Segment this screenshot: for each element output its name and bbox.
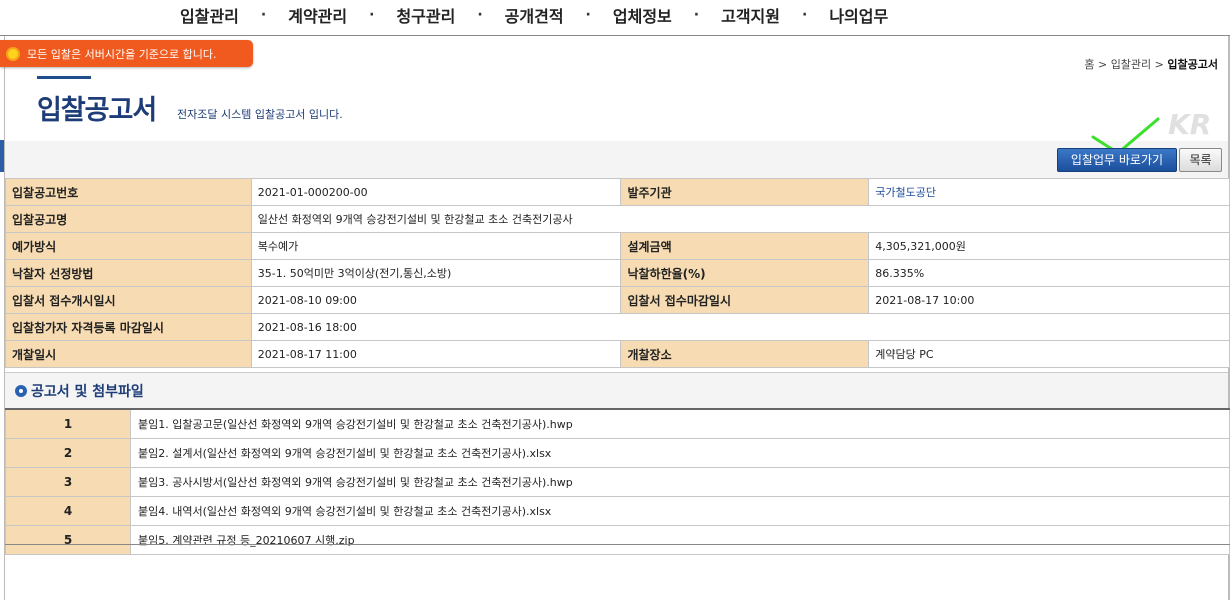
file-number: 1 [5,408,131,439]
lower-rate-label: 낙찰하한율(%) [620,259,870,287]
section-title: 공고서 및 첨부파일 [15,381,144,401]
registration-deadline-value: 2021-08-16 18:00 [250,313,1230,341]
table-row: 개찰일시 2021-08-17 11:00 개찰장소 계약담당 PC [5,340,1230,368]
page-title: 입찰공고서 [37,95,157,126]
bid-name-label: 입찰공고명 [5,205,252,233]
nav-item-bid-management[interactable]: 입찰관리 [180,3,239,27]
nav-separator: · [369,7,375,23]
file-link[interactable]: 붙임1. 입찰공고문(일산선 화정역외 9개역 승강전기설비 및 한강철교 초소… [130,408,1230,439]
bid-info-table: 입찰공고번호 2021-01-000200-00 발주기관 국가철도공단 입찰공… [5,178,1230,368]
main-menu: 입찰관리 · 계약관리 · 청구관리 · 공개견적 · 업체정보 · 고객지원 … [180,3,888,27]
receipt-end-label: 입찰서 접수마감일시 [620,286,870,314]
table-row: 5 붙임5. 계약관련 규정 등_20210607 시행.zip [5,525,1230,555]
nav-item-customer-support[interactable]: 고객지원 [721,3,780,27]
nav-item-company-info[interactable]: 업체정보 [613,3,672,27]
nav-item-public-estimate[interactable]: 공개견적 [505,3,564,27]
bid-number-label: 입찰공고번호 [5,178,252,206]
file-link[interactable]: 붙임2. 설계서(일산선 화정역외 9개역 승강전기설비 및 한강철교 초소 건… [130,438,1230,468]
opening-datetime-value: 2021-08-17 11:00 [250,340,622,368]
nav-item-my-work[interactable]: 나의업무 [829,3,888,27]
table-row: 입찰서 접수개시일시 2021-08-10 09:00 입찰서 접수마감일시 2… [5,286,1230,314]
nav-item-billing-management[interactable]: 청구관리 [396,3,455,27]
breadcrumb: 홈 > 입찰관리 > 입찰공고서 [1084,58,1218,71]
opening-place-value: 계약담당 PC [868,340,1230,368]
attachments-table: 1 붙임1. 입찰공고문(일산선 화정역외 9개역 승강전기설비 및 한강철교 … [5,408,1230,555]
file-number: 5 [5,525,131,555]
nav-separator: · [693,7,700,23]
top-navigation: 입찰관리 · 계약관리 · 청구관리 · 공개견적 · 업체정보 · 고객지원 … [0,0,1230,34]
breadcrumb-bid-management[interactable]: 입찰관리 [1111,58,1151,71]
nav-item-contract-management[interactable]: 계약관리 [288,3,347,27]
breadcrumb-current: 입찰공고서 [1167,58,1218,71]
receipt-start-label: 입찰서 접수개시일시 [5,286,252,314]
opening-place-label: 개찰장소 [620,340,870,368]
price-method-value: 복수예가 [250,232,622,260]
file-number: 3 [5,467,131,497]
list-button[interactable]: 목록 [1179,148,1222,172]
lower-rate-value: 86.335% [868,259,1230,287]
design-amount-label: 설계금액 [620,232,870,260]
page-subtitle: 전자조달 시스템 입찰공고서 입니다. [177,108,343,121]
bid-number-value: 2021-01-000200-00 [250,178,622,206]
opening-datetime-label: 개찰일시 [5,340,252,368]
bid-name-value: 일산선 화정역외 9개역 승강전기설비 및 한강철교 초소 건축전기공사 [250,205,1230,233]
breadcrumb-home[interactable]: 홈 [1084,58,1094,71]
table-row: 입찰공고번호 2021-01-000200-00 발주기관 국가철도공단 [5,178,1230,206]
design-amount-value: 4,305,321,000원 [868,232,1230,260]
nav-separator: · [801,7,808,23]
receipt-start-value: 2021-08-10 09:00 [250,286,622,314]
go-to-bid-work-button[interactable]: 입찰업무 바로가기 [1057,148,1177,172]
file-link[interactable]: 붙임3. 공사시방서(일산선 화정역외 9개역 승강전기설비 및 한강철교 초소… [130,467,1230,497]
table-row: 낙찰자 선정방법 35-1. 50억미만 3억이상(전기,통신,소방) 낙찰하한… [5,259,1230,287]
selection-method-value: 35-1. 50억미만 3억이상(전기,통신,소방) [250,259,622,287]
table-row: 4 붙임4. 내역서(일산선 화정역외 9개역 승강전기설비 및 한강철교 초소… [5,496,1230,526]
table-row: 3 붙임3. 공사시방서(일산선 화정역외 9개역 승강전기설비 및 한강철교 … [5,467,1230,497]
attachments-section-header: 공고서 및 첨부파일 [5,372,1228,409]
table-row: 2 붙임2. 설계서(일산선 화정역외 9개역 승강전기설비 및 한강철교 초소… [5,438,1230,468]
registration-deadline-label: 입찰참가자 자격등록 마감일시 [5,313,252,341]
table-row: 1 붙임1. 입찰공고문(일산선 화정역외 9개역 승강전기설비 및 한강철교 … [5,408,1230,439]
file-number: 4 [5,496,131,526]
nav-separator: · [260,7,267,23]
header-divider [0,35,1230,36]
file-number: 2 [5,438,131,468]
file-link[interactable]: 붙임5. 계약관련 규정 등_20210607 시행.zip [130,525,1230,555]
price-method-label: 예가방식 [5,232,252,260]
left-accent-edge [0,140,4,172]
table-row: 입찰참가자 자격등록 마감일시 2021-08-16 18:00 [5,313,1230,341]
file-link[interactable]: 붙임4. 내역서(일산선 화정역외 9개역 승강전기설비 및 한강철교 초소 건… [130,496,1230,526]
kr-logo-watermark: KR [1168,108,1212,141]
server-time-notice: 모든 입찰은 서버시간을 기준으로 합니다. [0,40,253,67]
agency-label: 발주기관 [620,178,870,206]
sun-icon [5,46,21,62]
content-bottom-border [5,544,1230,545]
selection-method-label: 낙찰자 선정방법 [5,259,252,287]
table-row: 예가방식 복수예가 설계금액 4,305,321,000원 [5,232,1230,260]
receipt-end-value: 2021-08-17 10:00 [868,286,1230,314]
title-accent-bar [37,76,91,79]
nav-separator: · [477,7,483,23]
table-row: 입찰공고명 일산선 화정역외 9개역 승강전기설비 및 한강철교 초소 건축전기… [5,205,1230,233]
notice-text: 모든 입찰은 서버시간을 기준으로 합니다. [27,47,217,61]
bullet-icon [15,385,27,397]
nav-separator: · [585,7,591,23]
button-toolbar [5,141,1228,178]
agency-value[interactable]: 국가철도공단 [868,178,1230,206]
